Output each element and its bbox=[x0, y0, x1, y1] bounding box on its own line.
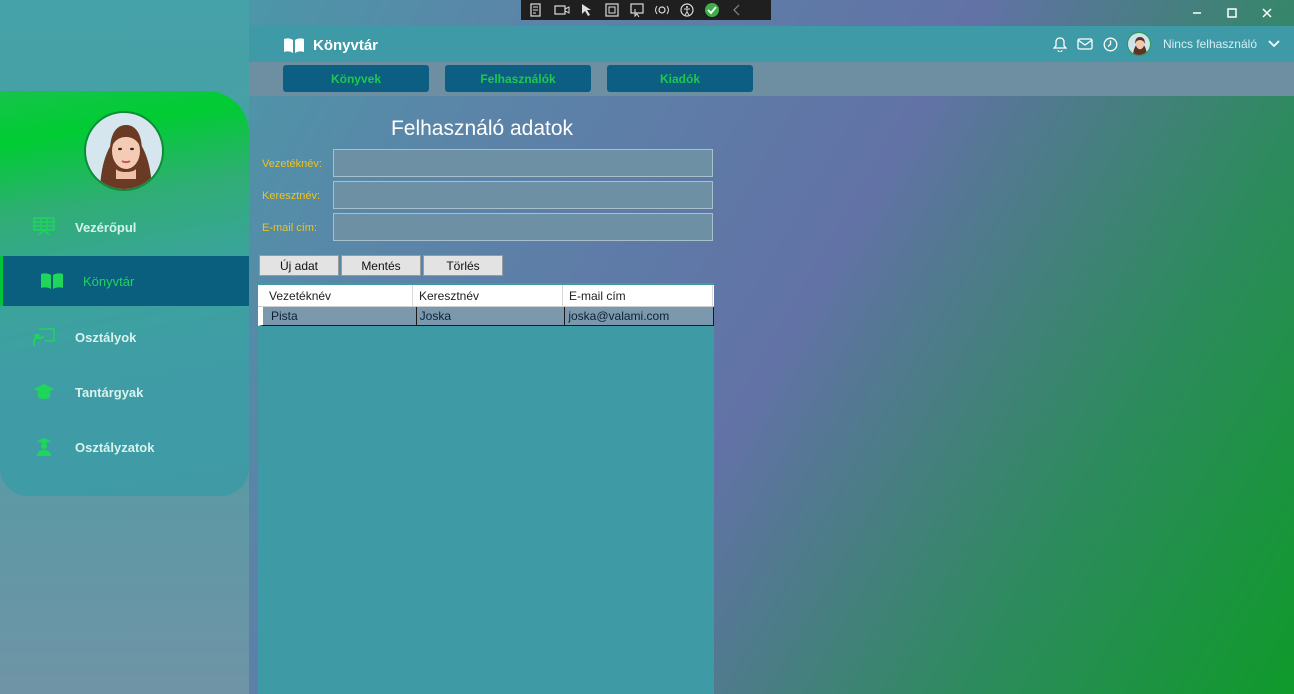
window-controls bbox=[1179, 4, 1284, 22]
book-icon bbox=[40, 270, 64, 292]
sidebar-item-label: Osztályok bbox=[75, 329, 137, 345]
table-cell[interactable]: joska@valami.com bbox=[565, 307, 715, 325]
live-visual-tree-icon[interactable] bbox=[527, 2, 547, 18]
header-actions: Nincs felhasználó bbox=[1052, 31, 1282, 57]
bell-icon[interactable] bbox=[1052, 36, 1069, 53]
lastname-input[interactable] bbox=[333, 149, 713, 177]
sidebar-item-vezeropul[interactable]: Vezérőpul bbox=[0, 202, 249, 252]
save-button[interactable]: Mentés bbox=[341, 255, 421, 276]
user-name[interactable]: Nincs felhasználó bbox=[1163, 37, 1257, 51]
table-cell[interactable]: Pista bbox=[268, 307, 417, 325]
close-icon[interactable] bbox=[1249, 4, 1284, 22]
sidebar-item-label: Tantárgyak bbox=[75, 384, 144, 400]
column-header-firstname[interactable]: Keresztnév bbox=[413, 285, 563, 306]
tab-konyvek[interactable]: Könyvek bbox=[283, 65, 429, 92]
accessibility-icon[interactable] bbox=[677, 2, 697, 18]
book-open-icon bbox=[283, 37, 305, 53]
form-title: Felhasználó adatok bbox=[390, 117, 574, 140]
camera-icon[interactable] bbox=[552, 2, 572, 18]
minimize-icon[interactable] bbox=[1179, 4, 1214, 22]
checkmark-icon[interactable] bbox=[702, 2, 722, 18]
new-record-button[interactable]: Új adat bbox=[259, 255, 339, 276]
mail-icon[interactable] bbox=[1077, 36, 1094, 53]
sidebar-item-label: Vezérőpul bbox=[75, 219, 137, 235]
select-element-icon[interactable] bbox=[577, 2, 597, 18]
sidebar-item-label: Osztályzatok bbox=[75, 439, 155, 455]
lastname-label: Vezetéknév: bbox=[262, 158, 322, 170]
email-label: E-mail cím: bbox=[262, 222, 317, 234]
page-title: Könyvtár bbox=[313, 36, 379, 54]
table-row[interactable]: Pista Joska joska@valami.com bbox=[258, 307, 715, 326]
grades-icon bbox=[32, 436, 56, 458]
chevron-down-icon[interactable] bbox=[1265, 36, 1282, 53]
users-table: Vezetéknév Keresztnév E-mail cím Pista J… bbox=[258, 285, 715, 326]
sidebar-item-konyvtar[interactable]: Könyvtár bbox=[0, 256, 249, 306]
tab-kiadok[interactable]: Kiadók bbox=[607, 65, 753, 92]
sidebar-item-osztalyok[interactable]: Osztályok bbox=[0, 312, 249, 362]
content-panel bbox=[258, 283, 714, 694]
profile-avatar bbox=[84, 111, 164, 191]
display-layout-adorners-icon[interactable] bbox=[602, 2, 622, 18]
sidebar-item-tantargyak[interactable]: Tantárgyak bbox=[0, 367, 249, 417]
dashboard-icon bbox=[32, 216, 56, 238]
table-cell[interactable]: Joska bbox=[417, 307, 566, 325]
maximize-icon[interactable] bbox=[1214, 4, 1249, 22]
track-focus-icon[interactable] bbox=[627, 2, 647, 18]
column-header-email[interactable]: E-mail cím bbox=[563, 285, 713, 306]
clock-icon[interactable] bbox=[1102, 36, 1119, 53]
sidebar-item-label: Könyvtár bbox=[83, 273, 135, 289]
classroom-icon bbox=[32, 326, 56, 348]
table-header: Vezetéknév Keresztnév E-mail cím bbox=[258, 285, 714, 307]
column-header-lastname[interactable]: Vezetéknév bbox=[263, 285, 413, 306]
binding-failures-icon[interactable] bbox=[652, 2, 672, 18]
firstname-input[interactable] bbox=[333, 181, 713, 209]
avatar[interactable] bbox=[1126, 32, 1151, 56]
delete-button[interactable]: Törlés bbox=[423, 255, 503, 276]
sidebar-item-osztalyzatok[interactable]: Osztályzatok bbox=[0, 422, 249, 472]
collapse-toolbar-icon[interactable] bbox=[727, 2, 747, 18]
debug-toolbar bbox=[521, 0, 771, 20]
subject-icon bbox=[32, 381, 56, 403]
sidebar: Vezérőpul Könyvtár Osztályok Tantárgyak … bbox=[0, 91, 249, 496]
email-input[interactable] bbox=[333, 213, 713, 241]
app-title: Könyvtár bbox=[283, 34, 378, 56]
tab-felhasznalok[interactable]: Felhasználók bbox=[445, 65, 591, 92]
firstname-label: Keresztnév: bbox=[262, 190, 321, 202]
